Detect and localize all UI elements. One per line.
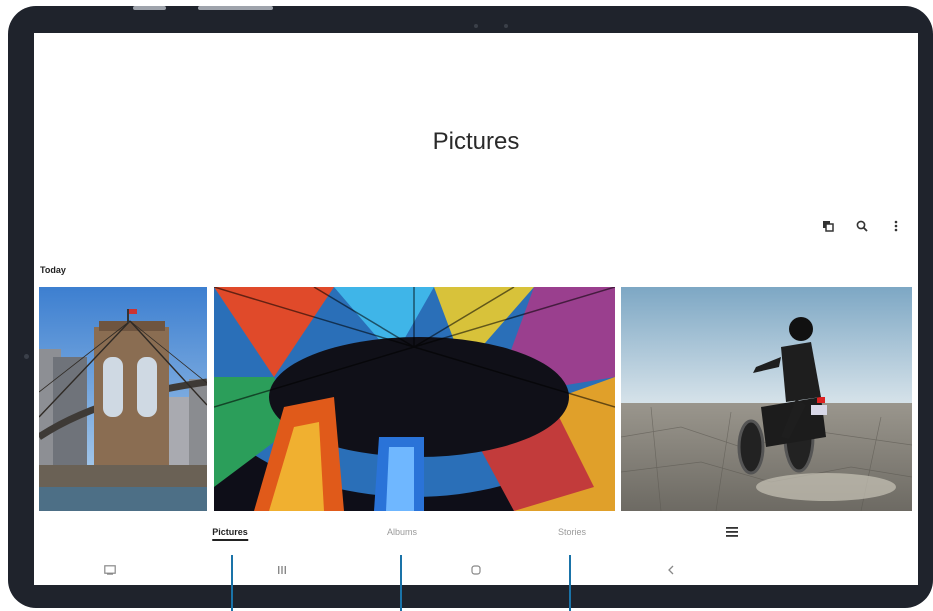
section-label: Today [40,265,66,275]
side-sensor [24,354,29,359]
callout-line-pictures [231,555,233,611]
tab-pictures[interactable]: Pictures [212,527,248,541]
camera-dot [504,24,508,28]
home-icon[interactable] [466,561,486,579]
volume-button [133,6,166,10]
sensor-dot [474,24,478,28]
search-icon[interactable] [852,216,872,236]
menu-icon[interactable] [726,527,738,539]
toolbar [818,216,906,236]
system-navbar [34,558,918,582]
gallery-screen: Pictures Today Pictures Albums Stories [34,33,918,585]
page-title: Pictures [432,128,520,155]
recents-icon[interactable] [272,561,292,579]
screenshot-icon[interactable] [100,561,120,579]
brooklyn-bridge-photo[interactable] [39,287,207,511]
bottom-tabs: Pictures Albums Stories [34,527,918,547]
callout-line-stories [569,555,571,611]
tab-albums[interactable]: Albums [387,527,417,537]
more-options-icon[interactable] [886,216,906,236]
motorcycle-desert-photo[interactable] [621,287,912,511]
tab-stories[interactable]: Stories [558,527,586,537]
power-button [198,6,273,10]
back-icon[interactable] [661,561,681,579]
callout-line-albums [400,555,402,611]
select-icon[interactable] [818,216,838,236]
stained-glass-dome-photo[interactable] [214,287,615,511]
